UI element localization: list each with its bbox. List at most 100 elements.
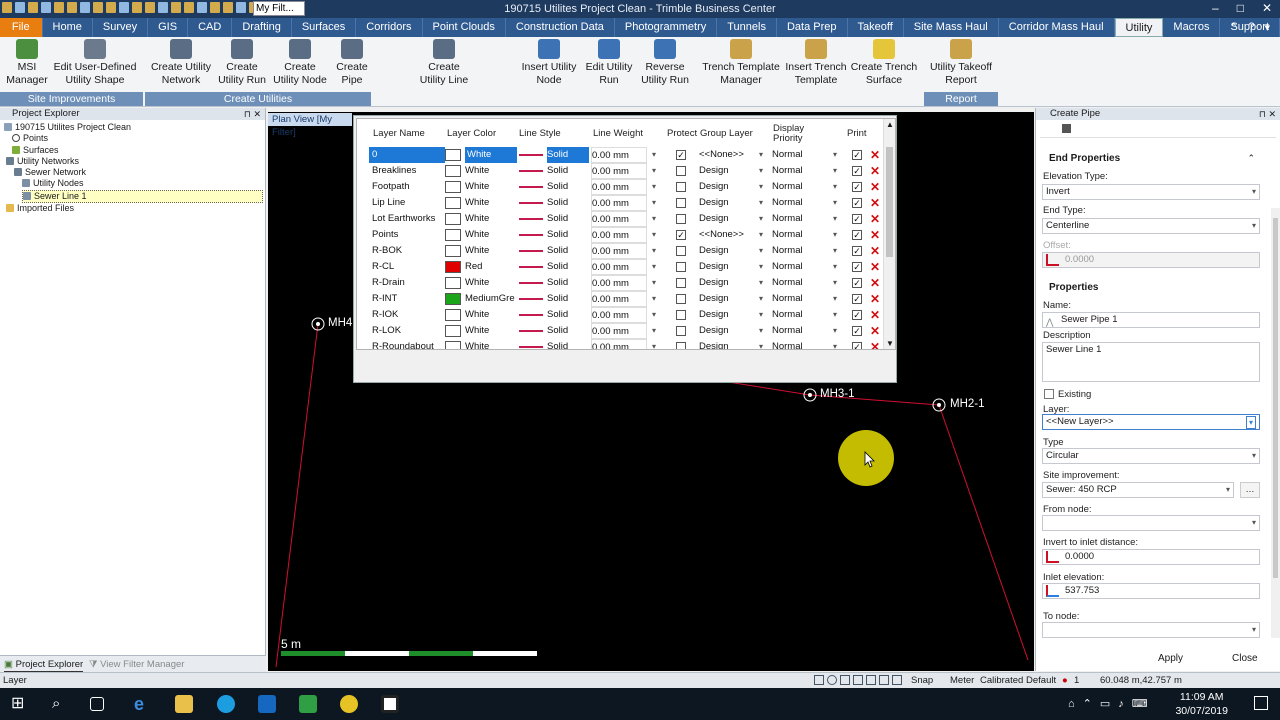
scroll-thumb[interactable] (886, 147, 893, 257)
scroll-down-icon[interactable]: ▼ (886, 339, 894, 348)
tree-surfaces[interactable]: Surfaces (0, 145, 265, 156)
display-priority-cell[interactable]: Normal (772, 227, 834, 243)
display-priority-cell[interactable]: Normal (772, 211, 834, 227)
create-trench-surface-button[interactable]: Create Trench Surface (850, 39, 918, 91)
print-checkbox[interactable]: ✓ (852, 182, 862, 192)
display-priority-cell[interactable]: Normal (772, 243, 834, 259)
tab-home[interactable]: Home (43, 18, 93, 37)
pipe-line[interactable] (727, 381, 811, 396)
protect-checkbox[interactable] (676, 326, 686, 336)
existing-checkbox[interactable] (1044, 389, 1054, 399)
print-checkbox[interactable]: ✓ (852, 342, 862, 349)
line-weight-cell[interactable]: 0.00 mm (591, 259, 647, 275)
dropdown-icon[interactable]: ▾ (833, 259, 837, 275)
line-weight-cell[interactable]: 0.00 mm (591, 291, 647, 307)
display-priority-cell[interactable]: Normal (772, 275, 834, 291)
dropdown-icon[interactable]: ▾ (652, 259, 656, 275)
tab-gis[interactable]: GIS (148, 18, 189, 37)
end-properties-section[interactable]: End Properties (1049, 153, 1120, 164)
dropdown-icon[interactable]: ▾ (759, 307, 763, 323)
layer-row[interactable]: Lot Earthworks White Solid 0.00 mm ▾ Design ▾ N… (357, 211, 883, 227)
tree-points[interactable]: Points (0, 133, 265, 144)
clock[interactable]: 11:09 AM 30/07/2019 (1175, 690, 1228, 718)
group-layer-cell[interactable]: <<None>> (699, 227, 761, 243)
display-priority-cell[interactable]: Normal (772, 195, 834, 211)
color-swatch[interactable] (445, 341, 461, 349)
collapse-icon[interactable]: ⌃ (1247, 153, 1255, 164)
tree-utility-nodes[interactable]: Utility Nodes (0, 178, 265, 189)
tab-view-filter-manager[interactable]: ⧩ View Filter Manager (89, 659, 184, 670)
protect-checkbox[interactable] (676, 278, 686, 288)
group-layer-cell[interactable]: Design (699, 179, 761, 195)
skype-icon[interactable] (217, 695, 235, 713)
group-layer-cell[interactable]: Design (699, 163, 761, 179)
protect-checkbox[interactable] (676, 182, 686, 192)
color-swatch[interactable] (445, 245, 461, 257)
print-checkbox[interactable]: ✓ (852, 278, 862, 288)
line-weight-cell[interactable]: 0.00 mm (591, 211, 647, 227)
pick-icon[interactable] (1046, 585, 1059, 597)
layer-row[interactable]: R-Roundabout White Solid 0.00 mm ▾ Design ▾ Nor… (357, 339, 883, 349)
edge-icon[interactable]: e (134, 695, 152, 713)
pick-icon[interactable] (1046, 551, 1059, 563)
dropdown-icon[interactable]: ▾ (759, 323, 763, 339)
line-style-cell[interactable]: Solid (547, 163, 589, 179)
line-style-cell[interactable]: Solid (547, 195, 589, 211)
line-weight-cell[interactable]: 0.00 mm (591, 163, 647, 179)
print-checkbox[interactable]: ✓ (852, 262, 862, 272)
layer-name-cell[interactable]: R-Roundabout (369, 339, 445, 349)
layer-color-cell[interactable]: White (465, 211, 517, 227)
dropdown-icon[interactable]: ▾ (833, 163, 837, 179)
col-layer-name[interactable]: Layer Name (373, 129, 425, 139)
delete-icon[interactable]: ✕ (870, 179, 880, 195)
layer-name-cell[interactable]: 0 (369, 147, 445, 163)
line-weight-cell[interactable]: 0.00 mm (591, 243, 647, 259)
dropdown-icon[interactable]: ▾ (759, 227, 763, 243)
group-layer-cell[interactable]: Design (699, 307, 761, 323)
dropdown-icon[interactable]: ▾ (759, 147, 763, 163)
col-line-weight[interactable]: Line Weight (593, 129, 643, 139)
print-checkbox[interactable]: ✓ (852, 230, 862, 240)
delete-icon[interactable]: ✕ (870, 307, 880, 323)
line-style-cell[interactable]: Solid (547, 291, 589, 307)
app-window-icon[interactable] (381, 695, 399, 713)
print-checkbox[interactable]: ✓ (852, 326, 862, 336)
dropdown-icon[interactable]: ▾ (652, 323, 656, 339)
tab-corridor-mass-haul[interactable]: Corridor Mass Haul (999, 18, 1115, 37)
dropdown-icon[interactable]: ▾ (759, 275, 763, 291)
line-weight-cell[interactable]: 0.00 mm (591, 275, 647, 291)
col-print[interactable]: Print (847, 129, 867, 139)
tab-construction-data[interactable]: Construction Data (506, 18, 615, 37)
dropdown-icon[interactable]: ▾ (652, 147, 656, 163)
line-weight-cell[interactable]: 0.00 mm (591, 195, 647, 211)
dropdown-icon[interactable]: ▾ (833, 339, 837, 349)
browse-button[interactable]: … (1240, 482, 1260, 498)
name-field[interactable]: ⋀ Sewer Pipe 1 (1042, 312, 1260, 328)
layer-color-cell[interactable]: White (465, 243, 517, 259)
tab-utility[interactable]: Utility (1114, 18, 1164, 37)
edit-utility-shape-button[interactable]: Edit User-Defined Utility Shape (52, 39, 138, 87)
panel-close-icon[interactable]: ⊓ ✕ (1259, 108, 1276, 120)
dropdown-icon[interactable]: ▾ (652, 243, 656, 259)
tab-corridors[interactable]: Corridors (356, 18, 423, 37)
layer-color-cell[interactable]: White (465, 275, 517, 291)
layer-color-cell[interactable]: White (465, 163, 517, 179)
trench-template-manager-button[interactable]: Trench Template Manager (700, 39, 782, 91)
layer-grid-scrollbar[interactable]: ▲ ▼ (883, 119, 895, 349)
dropdown-icon[interactable]: ▾ (759, 179, 763, 195)
col-group-layer[interactable]: Group Layer (700, 129, 753, 139)
to-node-select[interactable]: ▾ (1042, 622, 1260, 638)
line-style-cell[interactable]: Solid (547, 307, 589, 323)
dropdown-icon[interactable]: ▾ (652, 339, 656, 349)
line-weight-cell[interactable]: 0.00 mm (591, 179, 647, 195)
tab-project-explorer[interactable]: ▣ Project Explorer (4, 659, 84, 672)
create-utility-node-button[interactable]: Create Utility Node (270, 39, 330, 87)
layer-row[interactable]: R-IOK White Solid 0.00 mm ▾ Design ▾ Normal ▾ ✓ ✕ (357, 307, 883, 323)
dropdown-icon[interactable]: ▾ (833, 275, 837, 291)
app-icon[interactable] (299, 695, 317, 713)
dropdown-icon[interactable]: ▾ (652, 179, 656, 195)
protect-checkbox[interactable] (676, 214, 686, 224)
panel-scroll-thumb[interactable] (1273, 218, 1278, 578)
tab-survey[interactable]: Survey (93, 18, 149, 37)
display-priority-cell[interactable]: Normal (772, 307, 834, 323)
